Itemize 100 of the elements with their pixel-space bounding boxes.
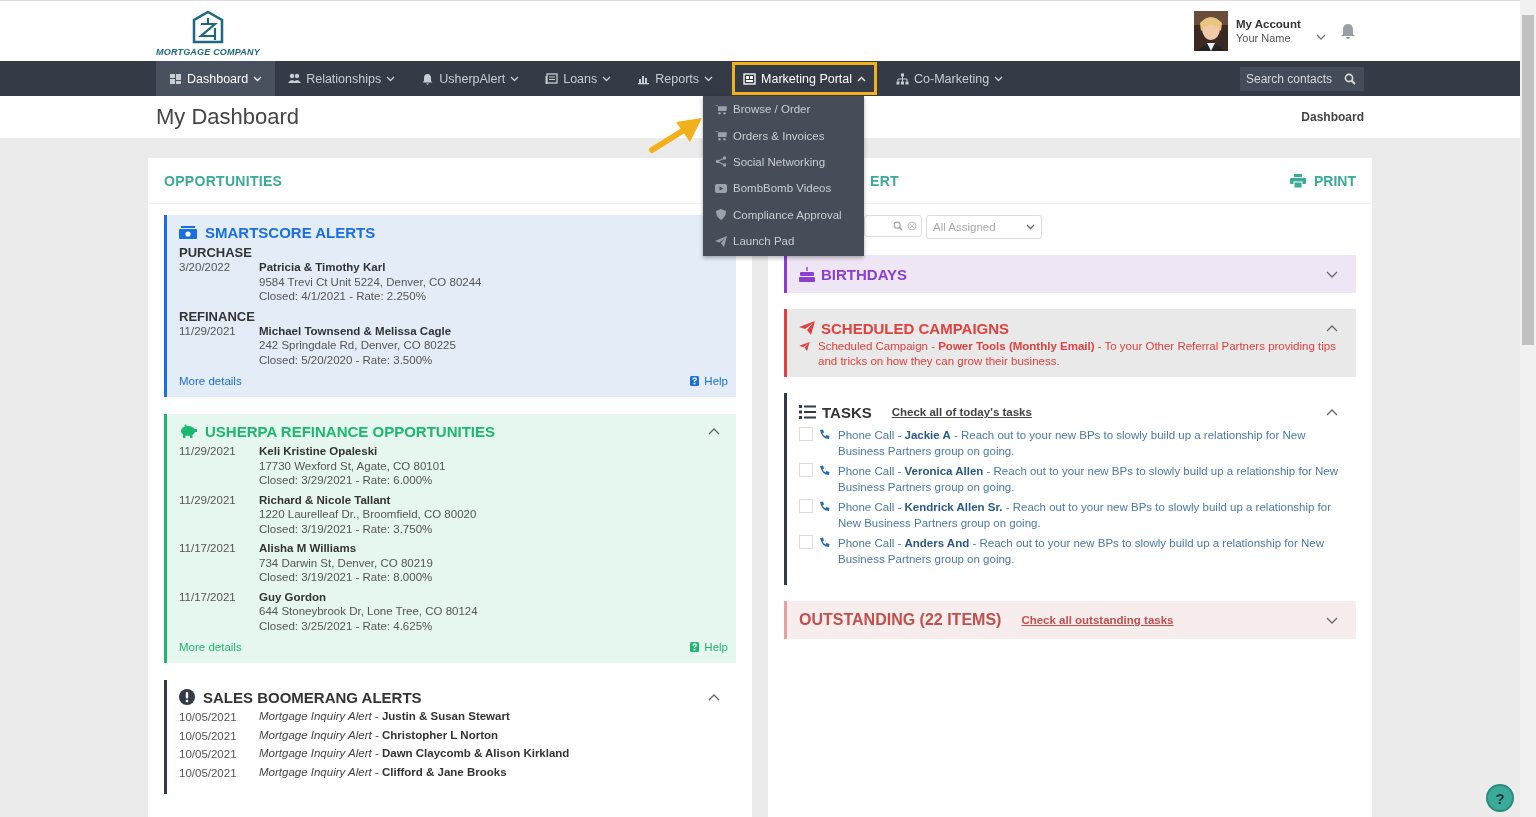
nav-tab[interactable]: Relationships (275, 61, 409, 96)
campaign-text[interactable]: Scheduled Campaign - Power Tools (Monthly Email) - To your Other Referral Partners providing tips and tricks on how they can grow their business. (818, 339, 1346, 369)
menu-item[interactable]: Orders & Invoices (703, 122, 864, 149)
task-text[interactable]: Phone Call - Jackie A - Reach out to your new BPs to slowly build up a relationship for New Business Partners group on going. (838, 427, 1346, 459)
nav-tab[interactable]: UsherpAlert (408, 61, 533, 96)
task-checkbox[interactable] (799, 427, 813, 441)
alert-text[interactable]: Mortgage Inquiry Alert - Clifford & Jane Brooks (259, 765, 507, 780)
video-icon (715, 182, 727, 194)
clear-icon[interactable] (907, 221, 917, 231)
expand-chevron-icon[interactable] (1326, 616, 1338, 624)
phone-icon (819, 465, 830, 476)
cake-icon (799, 266, 815, 282)
task-text[interactable]: Phone Call - Anders And - Reach out to your new BPs to slowly build up a relationship for New Business Partners group on going. (838, 535, 1346, 567)
nav-tab[interactable]: Loans (532, 61, 625, 96)
alert-text[interactable]: Mortgage Inquiry Alert - Christopher L Norton (259, 728, 498, 743)
help-link[interactable]: Help (690, 375, 728, 387)
closed-rate: Closed: 3/19/2021 - Rate: 8.000% (259, 570, 433, 585)
task-checkbox[interactable] (799, 499, 813, 513)
nav-tab[interactable]: Co-Marketing (883, 61, 1017, 96)
phone-icon (819, 501, 830, 512)
closed-rate: Closed: 3/25/2021 - Rate: 4.625% (259, 618, 434, 633)
phone-icon (819, 429, 830, 440)
search-icon[interactable] (1344, 72, 1356, 85)
nav-tab[interactable]: Marketing Portal (732, 62, 878, 95)
record-date: 3/20/2022 (179, 260, 232, 275)
record-date: 11/17/2021 (179, 541, 237, 556)
menu-item[interactable]: Compliance Approval (703, 201, 864, 228)
check-all-outstanding-link[interactable]: Check all outstanding tasks (1021, 614, 1174, 626)
chevron-down-icon (510, 75, 520, 82)
more-details-link[interactable]: More details (179, 375, 242, 387)
account-title[interactable]: My Account (1236, 18, 1308, 30)
closed-rate: Closed: 3/19/2021 - Rate: 3.750% (259, 521, 434, 536)
task-checkbox[interactable] (799, 463, 813, 477)
search-field[interactable]: Search contacts (1240, 66, 1364, 91)
task-text[interactable]: Phone Call - Kendrick Allen Sr. - Reach out to your new BPs to slowly build up a relationship for New Business Partners group on going. (838, 499, 1346, 531)
help-icon (690, 642, 700, 652)
card-title: USHERPA REFINANCE OPPORTUNITIES (205, 422, 496, 440)
collapse-chevron-icon[interactable] (708, 693, 720, 701)
panel-title: OPPORTUNITIES (164, 172, 283, 189)
chevron-down-icon (386, 75, 396, 82)
shield-icon (715, 209, 727, 221)
group-heading: REFINANCE (179, 308, 256, 324)
section-title: BIRTHDAYS (821, 265, 908, 283)
bell-icon (421, 72, 435, 85)
task-text[interactable]: Phone Call - Veronica Allen - Reach out to your new BPs to slowly build up a relationship for New Business Partners group on going. (838, 463, 1346, 495)
closed-rate: Closed: 3/29/2021 - Rate: 6.000% (259, 473, 434, 488)
alert-text[interactable]: Mortgage Inquiry Alert - Dawn Claycomb & Alison Kirkland (259, 747, 570, 762)
record-date: 11/29/2021 (179, 492, 237, 508)
chevron-down-icon (1026, 224, 1035, 230)
contact-address: 644 Stoneybrook Dr, Lone Tree, CO 80124 (259, 604, 478, 619)
contact-name[interactable]: Alisha M Williams (259, 541, 433, 556)
alert-text[interactable]: Mortgage Inquiry Alert - Justin & Susan Stewart (259, 710, 510, 725)
record-date: 11/29/2021 (179, 444, 237, 459)
menu-item[interactable]: Launch Pad (703, 227, 864, 255)
task-checkbox[interactable] (799, 535, 813, 549)
filter-search-field[interactable] (864, 215, 922, 237)
breadcrumb[interactable]: Dashboard (1301, 110, 1364, 124)
chevron-down-icon[interactable] (1316, 34, 1326, 40)
page-title: My Dashboard (156, 104, 300, 130)
piggy-bank-icon (179, 424, 197, 438)
money-icon (179, 225, 197, 239)
phone-icon (819, 537, 830, 548)
contact-name[interactable]: Richard & Nicole Tallant (259, 492, 477, 507)
section-title: SCHEDULED CAMPAIGNS (821, 319, 1010, 337)
network-icon (896, 72, 910, 85)
collapse-chevron-icon[interactable] (1326, 324, 1338, 332)
chevron-down-icon (602, 75, 612, 82)
contact-name[interactable]: Guy Gordon (259, 589, 478, 604)
menu-item[interactable]: Browse / Order (703, 96, 864, 123)
nav-tab[interactable]: Reports (624, 61, 727, 96)
scrollbar-thumb[interactable] (1522, 15, 1534, 345)
contact-address: 17730 Wexford St, Agate, CO 80101 (259, 458, 446, 473)
cart-icon (715, 103, 727, 115)
help-icon (690, 376, 700, 386)
closed-rate: Closed: 5/20/2020 - Rate: 3.500% (259, 352, 434, 367)
collapse-chevron-icon[interactable] (1326, 408, 1338, 416)
check-all-tasks-link[interactable]: Check all of today's tasks (891, 406, 1032, 418)
group-heading: PURCHASE (179, 245, 253, 260)
paper-plane-icon (799, 321, 815, 335)
chevron-down-icon (994, 75, 1004, 82)
menu-item[interactable]: Social Networking (703, 148, 864, 176)
menu-item[interactable]: BombBomb Videos (703, 175, 864, 202)
contact-name[interactable]: Keli Kristine Opaleski (259, 444, 446, 459)
nav-tab[interactable]: Dashboard (156, 61, 276, 96)
document-icon (545, 72, 559, 85)
account-name: Your Name (1236, 32, 1292, 44)
chevron-down-icon (704, 75, 714, 82)
notification-bell-icon[interactable] (1340, 22, 1356, 40)
list-icon (799, 405, 816, 419)
record-date: 10/05/2021 (179, 747, 238, 762)
record-date: 11/29/2021 (179, 323, 237, 339)
contact-name[interactable]: Patricia & Timothy Karl (259, 260, 482, 275)
contact-name[interactable]: Michael Townsend & Melissa Cagle (259, 323, 456, 338)
collapse-chevron-icon[interactable] (708, 427, 720, 435)
expand-chevron-icon[interactable] (1326, 270, 1338, 278)
record-date: 10/05/2021 (179, 765, 238, 780)
logo-icon (191, 9, 224, 44)
alert-icon (179, 689, 195, 705)
section-title: TASKS (822, 403, 872, 421)
help-button[interactable]: ? (1486, 784, 1514, 812)
